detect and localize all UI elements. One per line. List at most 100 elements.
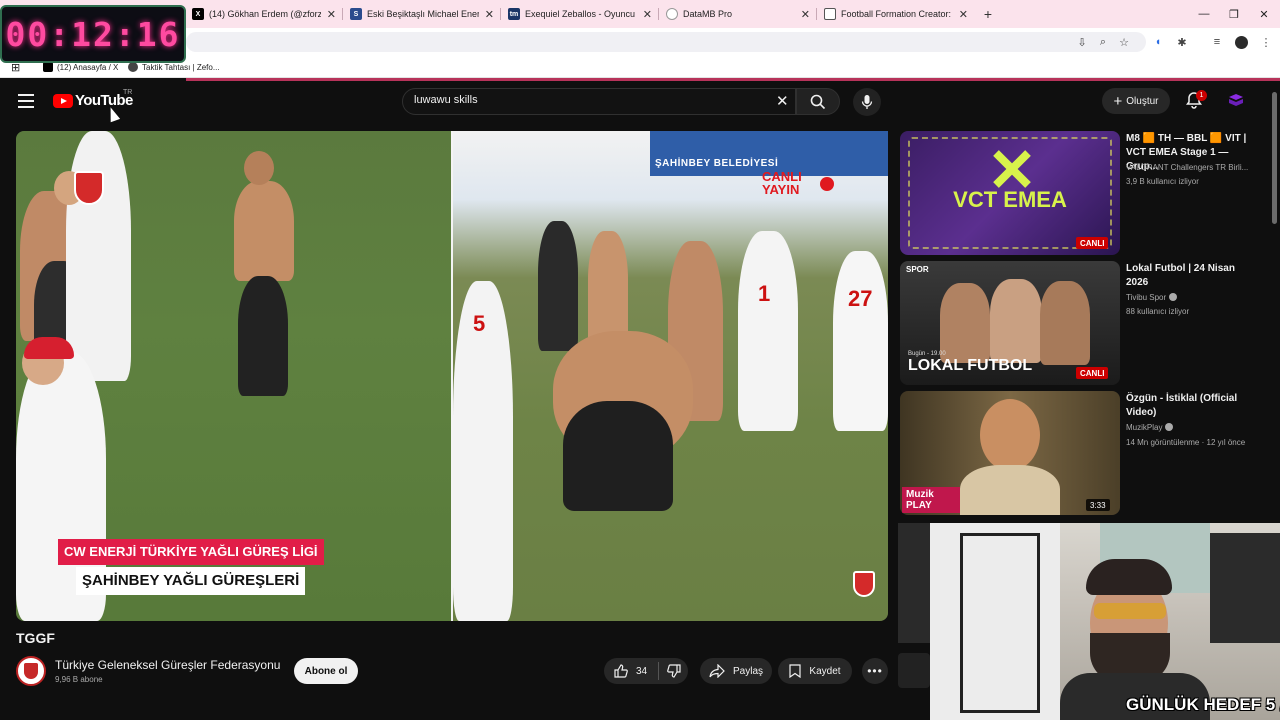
webcam-shelf-frame	[960, 533, 1040, 713]
tab-3[interactable]: tm Exequiel Zeballos - Oyuncu prof ✕	[502, 0, 658, 28]
person-figure	[833, 251, 888, 431]
sidebar-video-title[interactable]: Lokal Futbol | 24 Nisan 2026	[1126, 262, 1258, 290]
omnibox[interactable]	[186, 32, 1146, 52]
menu-icon[interactable]: ⋮	[1258, 34, 1274, 50]
person-figure	[66, 131, 131, 381]
minimize-button[interactable]: —	[1188, 0, 1220, 28]
person-figure	[1040, 281, 1090, 365]
tggf-watermark-icon	[853, 571, 875, 597]
bookmark-star-icon[interactable]: ☆	[1116, 34, 1132, 50]
puzzle-icon[interactable]: ✱	[1174, 34, 1190, 50]
person-figure	[940, 283, 990, 363]
sidebar-channel-name[interactable]: Tivibu Spor	[1126, 292, 1256, 304]
close-window-button[interactable]: ✕	[1248, 0, 1280, 28]
channel-avatar[interactable]	[16, 656, 46, 686]
close-tab-icon[interactable]: ✕	[327, 8, 336, 21]
voice-search-button[interactable]	[853, 88, 881, 116]
person-figure	[234, 181, 294, 281]
channel-name[interactable]: Türkiye Geleneksel Güreşler Federasyonu	[55, 658, 280, 672]
live-broadcast-text: CANLI YAYIN	[762, 169, 802, 197]
sidebar-video-title[interactable]: Özgün - İstiklal (Official Video)	[1126, 392, 1258, 420]
video-title: TGGF	[16, 630, 55, 646]
page-scrollbar[interactable]	[1272, 92, 1277, 224]
person-head	[980, 399, 1040, 471]
thumbs-down-icon	[666, 664, 681, 678]
share-button[interactable]: Paylaş	[700, 658, 772, 684]
sidebar-channel-name[interactable]: MuzikPlay	[1126, 422, 1256, 434]
install-icon[interactable]: ⇩	[1074, 34, 1090, 50]
more-actions-icon[interactable]: •••	[862, 658, 888, 684]
account-avatar[interactable]	[1228, 93, 1244, 109]
restore-button[interactable]: ❐	[1218, 0, 1250, 28]
news-icon: S	[350, 8, 362, 20]
tab-separator	[816, 8, 817, 20]
create-button[interactable]: + Oluştur	[1102, 88, 1170, 114]
streamer-glasses	[1094, 603, 1166, 619]
close-tab-icon[interactable]: ✕	[485, 8, 494, 21]
sidebar-thumbnail[interactable]: Muzik PLAY 3:33	[900, 391, 1120, 515]
tab-4[interactable]: DataMB Pro ✕	[660, 0, 816, 28]
x-logo-icon: X	[192, 8, 204, 20]
person-figure	[990, 279, 1042, 363]
verified-icon	[1165, 423, 1174, 431]
live-badge: CANLI	[1076, 237, 1109, 249]
page-icon	[824, 8, 836, 20]
close-tab-icon[interactable]: ✕	[643, 8, 652, 21]
webcam-shelf-right	[1210, 533, 1280, 643]
tggf-logo-icon	[74, 171, 104, 205]
transfermarkt-icon: tm	[508, 8, 520, 20]
save-button[interactable]: Kaydet	[778, 658, 852, 684]
plus-icon: +	[1113, 92, 1123, 110]
zoom-icon[interactable]: ⌕	[1095, 34, 1111, 50]
subscribe-button[interactable]: Abone ol	[294, 658, 358, 684]
search-button[interactable]	[796, 88, 840, 115]
x-logo-icon	[43, 62, 53, 72]
sidebar-thumbnail[interactable]: SPOR Bugün - 19.00 LOKAL FUTBOL CANLI	[900, 261, 1120, 385]
sidebar-thumbnail[interactable]: VCT EMEA CANLI	[900, 131, 1120, 255]
bookmark-icon	[789, 664, 802, 678]
youtube-logo[interactable]: YouTube TR	[53, 89, 133, 109]
clear-search-icon[interactable]: ✕	[776, 92, 789, 110]
microphone-icon	[861, 95, 873, 109]
streamer-hair	[1086, 559, 1172, 595]
subscriber-count: 9,96 B abone	[55, 675, 103, 684]
share-icon	[709, 664, 725, 678]
stream-timer: 00:12:16	[0, 5, 186, 63]
new-tab-button[interactable]: +	[980, 0, 996, 28]
thumbs-up-icon	[614, 664, 628, 678]
streamer-webcam	[930, 523, 1280, 720]
search-icon	[810, 94, 826, 109]
red-cap	[24, 337, 74, 359]
sidebar-channel-name[interactable]: VALORANT Challengers TR Birli...	[1126, 162, 1256, 174]
wrestlers-figure	[563, 401, 673, 511]
search-query-text: luwawu skills	[414, 94, 478, 106]
video-caption-bottom: ŞAHİNBEY YAĞLI GÜREŞLERİ	[76, 567, 306, 595]
close-tab-icon[interactable]: ✕	[801, 8, 810, 21]
person-figure	[538, 221, 578, 351]
datamb-icon	[666, 8, 678, 20]
tab-1[interactable]: X (14) Gökhan Erdem (@zforzam ✕	[186, 0, 342, 28]
tab-separator	[500, 8, 501, 20]
extension-icon[interactable]: ◖	[1150, 34, 1166, 50]
verified-icon	[1169, 293, 1178, 301]
video-player[interactable]: 5 1 27 CW ENERJİ TÜRKİYE YAĞLI GÜREŞ LİG…	[16, 131, 888, 621]
like-dislike-group: 34	[604, 658, 688, 684]
video-caption-top: CW ENERJİ TÜRKİYE YAĞLI GÜREŞ LİGİ	[58, 539, 324, 565]
close-tab-icon[interactable]: ✕	[959, 8, 968, 21]
webcam-edge	[898, 653, 930, 688]
person-figure	[238, 276, 288, 396]
hamburger-menu-icon[interactable]	[18, 94, 34, 108]
media-icon[interactable]: ≡	[1209, 34, 1225, 50]
live-badge: CANLI	[1076, 367, 1109, 379]
dislike-button[interactable]	[659, 664, 688, 678]
notification-badge: 1	[1196, 90, 1207, 101]
daily-goal-text: GÜNLÜK HEDEF 5 / 15	[1126, 695, 1280, 714]
duration-badge: 3:33	[1086, 499, 1110, 511]
like-button[interactable]: 34	[604, 664, 658, 678]
profile-icon[interactable]	[1233, 34, 1249, 50]
tab-2[interactable]: S Eski Beşiktaşlı Michael Eneramo ✕	[344, 0, 500, 28]
sidebar-video-meta: 14 Mn görüntülenme · 12 yıl önce	[1126, 438, 1246, 447]
sidebar-video-meta: 3,9 B kullanıcı izliyor	[1126, 177, 1199, 186]
tab-5[interactable]: Football Formation Creator: Re ✕	[818, 0, 974, 28]
tab-separator	[658, 8, 659, 20]
